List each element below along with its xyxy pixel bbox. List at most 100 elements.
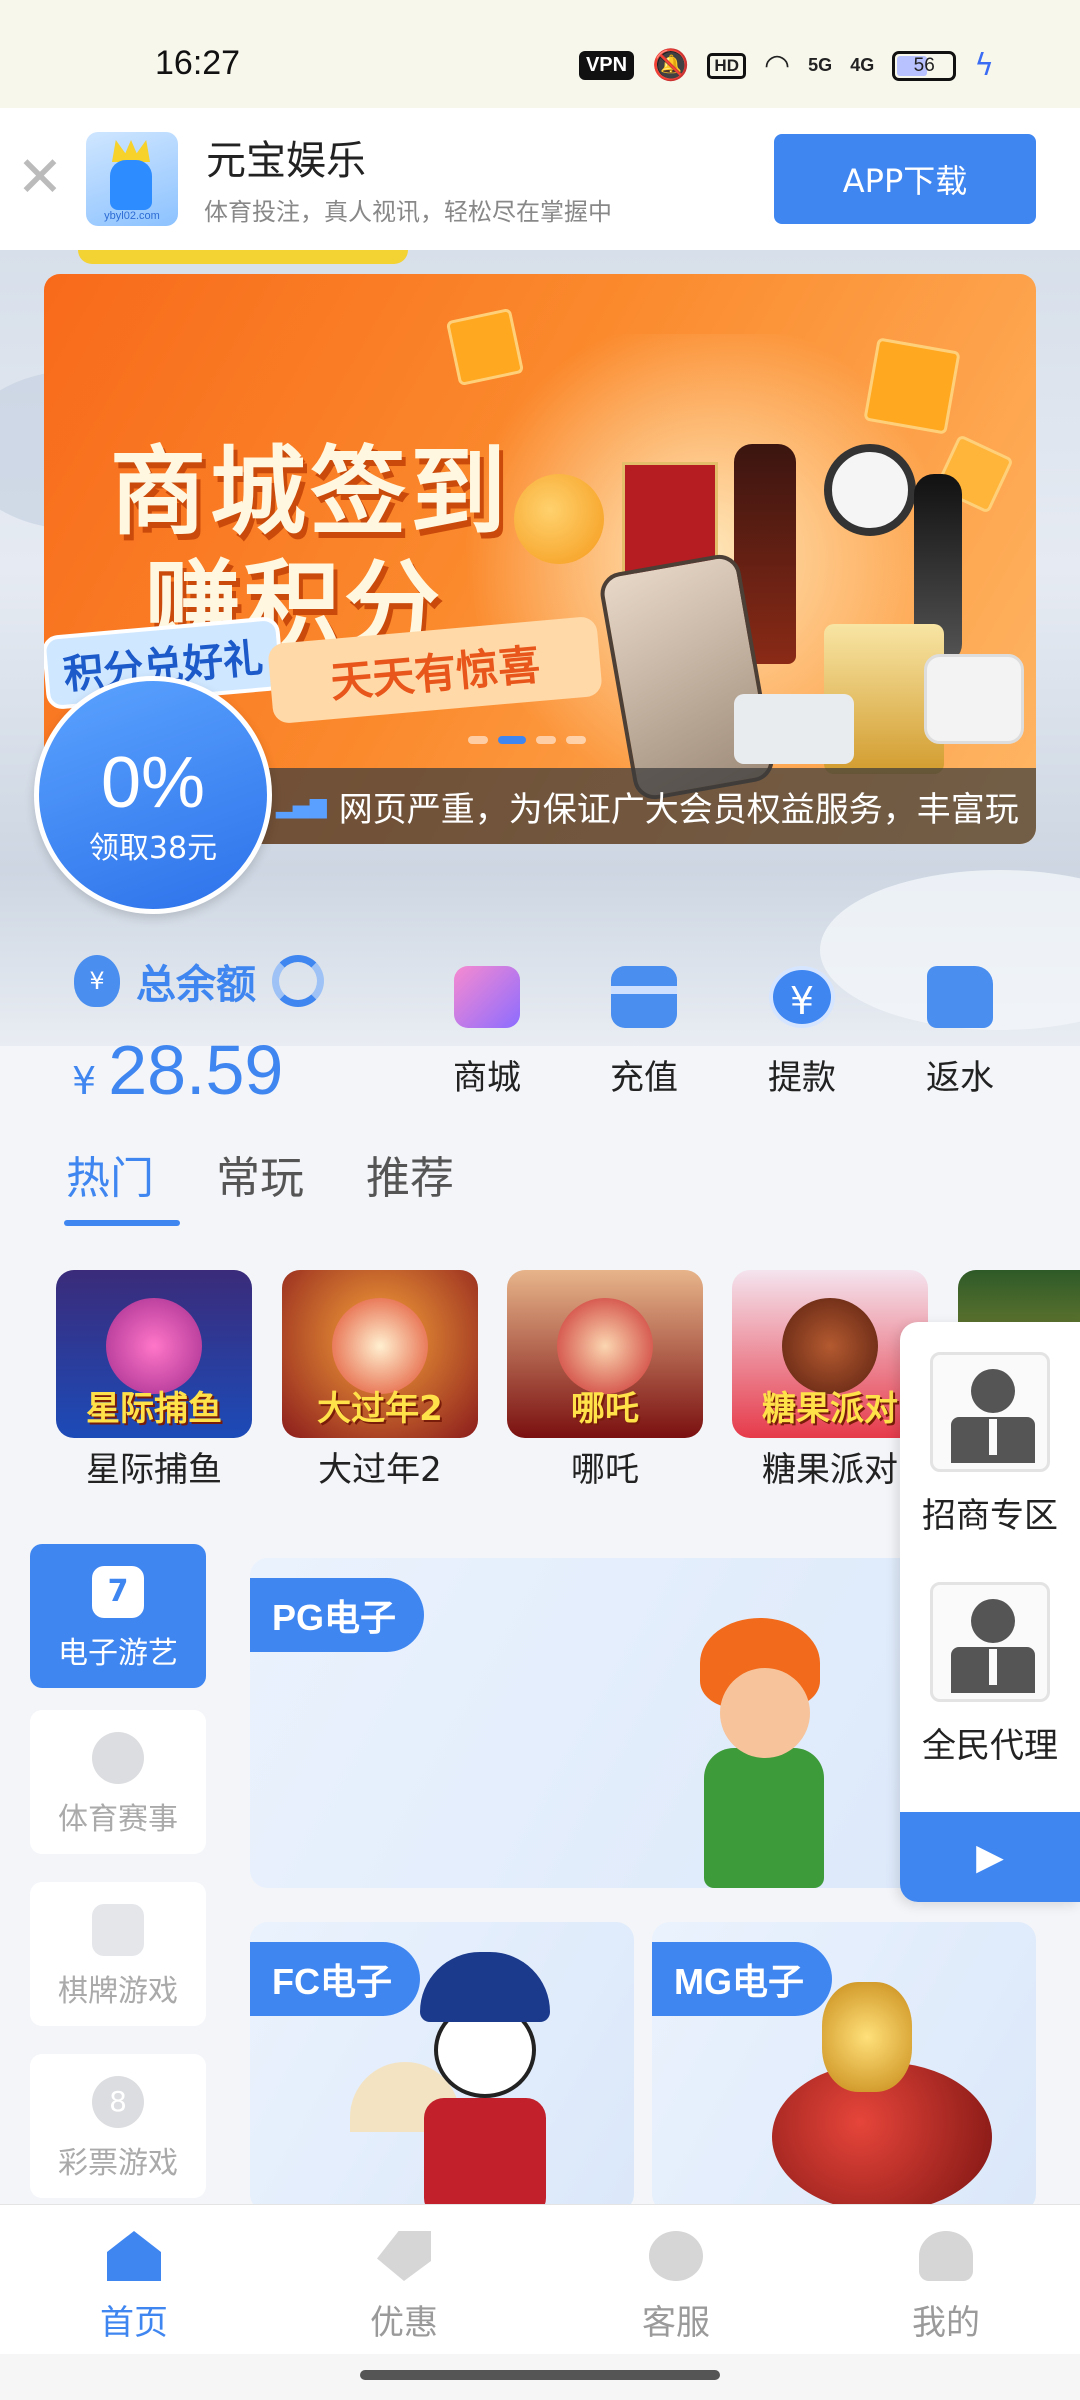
shop-icon xyxy=(454,966,520,1028)
home-indicator[interactable] xyxy=(360,2370,720,2380)
quick-action-shop[interactable]: 商城 xyxy=(427,966,547,1099)
game-card[interactable]: 糖果派对 糖果派对 xyxy=(732,1270,928,1491)
category-label: 棋牌游戏 xyxy=(58,1974,178,2009)
game-card[interactable]: 哪吒 哪吒 xyxy=(507,1270,703,1491)
active-tab-indicator xyxy=(64,1220,180,1226)
category-cards[interactable]: 棋牌游戏 xyxy=(30,1882,206,2026)
currency-symbol: ¥ xyxy=(72,1059,97,1103)
logo-domain: ybyl02.com xyxy=(104,210,160,222)
slot-7-icon: 7 xyxy=(92,1566,144,1618)
quick-action-label: 返水 xyxy=(926,1058,994,1098)
tab-recommended[interactable]: 推荐 xyxy=(366,1142,454,1206)
announcement-icon: ▂▄▆ xyxy=(276,793,327,819)
carousel-indicator[interactable] xyxy=(468,736,586,744)
game-thumb-title: 糖果派对 xyxy=(762,1389,898,1429)
provider-tag: PG电子 xyxy=(250,1578,425,1652)
app-download-button[interactable]: APP下载 xyxy=(774,134,1036,224)
close-icon[interactable]: ✕ xyxy=(10,148,70,208)
total-balance-label: 总余额 xyxy=(136,962,256,1008)
tab-hot[interactable]: 热门 xyxy=(66,1142,154,1206)
game-card[interactable]: 大过年2 大过年2 xyxy=(282,1270,478,1491)
quick-action-deposit[interactable]: 充值 xyxy=(584,966,704,1099)
wallet-icon xyxy=(927,966,993,1028)
game-tabs: 热门 常玩 推荐 xyxy=(66,1142,454,1206)
game-name: 哪吒 xyxy=(571,1450,639,1490)
bonus-percent: 0% xyxy=(100,743,206,823)
quick-action-label: 商城 xyxy=(453,1058,521,1098)
game-thumb-title: 哪吒 xyxy=(571,1389,639,1429)
game-thumb-title: 大过年2 xyxy=(317,1389,443,1429)
game-name: 糖果派对 xyxy=(762,1450,898,1490)
signal-5g-icon: 5G xyxy=(808,55,833,75)
collapse-arrow-icon[interactable]: ▶ xyxy=(900,1812,1080,1902)
category-sports[interactable]: 体育赛事 xyxy=(30,1710,206,1854)
playing-card-icon xyxy=(92,1904,144,1956)
category-slots[interactable]: 7 电子游艺 xyxy=(30,1544,206,1688)
agent-program-link[interactable]: 全民代理 xyxy=(900,1582,1080,1767)
yen-icon: ¥ xyxy=(769,966,835,1028)
projector-image xyxy=(734,694,854,764)
hd-icon: HD xyxy=(707,52,746,79)
nav-label: 客服 xyxy=(642,2303,710,2343)
floating-side-panel: 招商专区 全民代理 ▶ xyxy=(900,1322,1080,1902)
balance-display: ¥ 28.59 xyxy=(72,1030,283,1110)
tab-frequent[interactable]: 常玩 xyxy=(216,1142,304,1206)
bonus-claim-circle[interactable]: 0% 领取38元 xyxy=(34,676,272,914)
user-icon xyxy=(919,2231,973,2281)
battery-level: 56 xyxy=(913,54,935,76)
game-card[interactable]: 星际捕鱼 星际捕鱼 xyxy=(56,1270,252,1491)
quick-action-label: 提款 xyxy=(768,1058,836,1098)
provider-tag: MG电子 xyxy=(652,1942,832,2016)
gift-box-icon xyxy=(445,307,525,387)
camera-image xyxy=(924,654,1024,744)
fan-image xyxy=(824,444,916,536)
game-name: 星际捕鱼 xyxy=(86,1450,222,1490)
tag-icon xyxy=(377,2231,431,2281)
category-label: 彩票游戏 xyxy=(58,2146,178,2181)
provider-card-fc[interactable]: FC电子 xyxy=(250,1922,634,2212)
refresh-icon[interactable] xyxy=(272,955,324,1007)
soccer-ball-icon xyxy=(92,1732,144,1784)
nav-home[interactable]: 首页 xyxy=(64,2231,204,2344)
game-thumbnail: 糖果派对 xyxy=(732,1270,928,1438)
business-zone-link[interactable]: 招商专区 xyxy=(900,1352,1080,1537)
wallet-header: ¥ 总余额 xyxy=(74,952,324,1010)
battery-icon: 56 xyxy=(892,50,957,81)
nav-label: 优惠 xyxy=(370,2303,438,2343)
bottom-nav: 首页 优惠 客服 我的 xyxy=(0,2204,1080,2354)
provider-card-mg[interactable]: MG电子 xyxy=(652,1922,1036,2212)
balance-amount: 28.59 xyxy=(108,1031,284,1109)
nav-label: 我的 xyxy=(912,2303,980,2343)
agent-avatar-icon xyxy=(930,1352,1050,1472)
vpn-icon: VPN xyxy=(578,51,635,80)
game-name: 大过年2 xyxy=(318,1450,442,1490)
quick-action-rebate[interactable]: 返水 xyxy=(900,966,1020,1099)
nav-promotions[interactable]: 优惠 xyxy=(334,2231,474,2344)
charging-icon: ϟ xyxy=(974,48,994,83)
wifi-icon: ◠ xyxy=(763,48,791,83)
category-label: 电子游艺 xyxy=(58,1636,178,1671)
agent-avatar-icon xyxy=(930,1582,1050,1702)
panda-image xyxy=(350,1952,560,2212)
app-download-banner: ✕ ybyl02.com 元宝娱乐 体育投注，真人视讯，轻松尽在掌握中 APP下… xyxy=(0,108,1080,250)
game-thumbnail: 大过年2 xyxy=(282,1270,478,1438)
status-icons: VPN 🔕 HD ◠ 5G 4G 56 ϟ xyxy=(578,48,994,83)
status-bar: 16:27 VPN 🔕 HD ◠ 5G 4G 56 ϟ xyxy=(0,0,1080,108)
status-time: 16:27 xyxy=(155,44,241,82)
lottery-ball-icon: 8 xyxy=(92,2076,144,2128)
nav-profile[interactable]: 我的 xyxy=(876,2231,1016,2344)
quick-action-withdraw[interactable]: ¥ 提款 xyxy=(742,966,862,1099)
app-name: 元宝娱乐 xyxy=(206,138,366,184)
category-lottery[interactable]: 8 彩票游戏 xyxy=(30,2054,206,2198)
chat-bubble-icon xyxy=(649,2231,703,2281)
provider-tag: FC电子 xyxy=(250,1942,420,2016)
side-panel-label: 全民代理 xyxy=(922,1726,1058,1766)
card-icon xyxy=(611,966,677,1028)
gift-box-icon xyxy=(863,337,961,435)
money-bag-icon: ¥ xyxy=(74,955,120,1007)
app-logo: ybyl02.com xyxy=(86,132,178,226)
mute-icon: 🔕 xyxy=(652,48,690,83)
nav-support[interactable]: 客服 xyxy=(606,2231,746,2344)
category-label: 体育赛事 xyxy=(58,1802,178,1837)
game-thumb-title: 星际捕鱼 xyxy=(86,1389,222,1429)
